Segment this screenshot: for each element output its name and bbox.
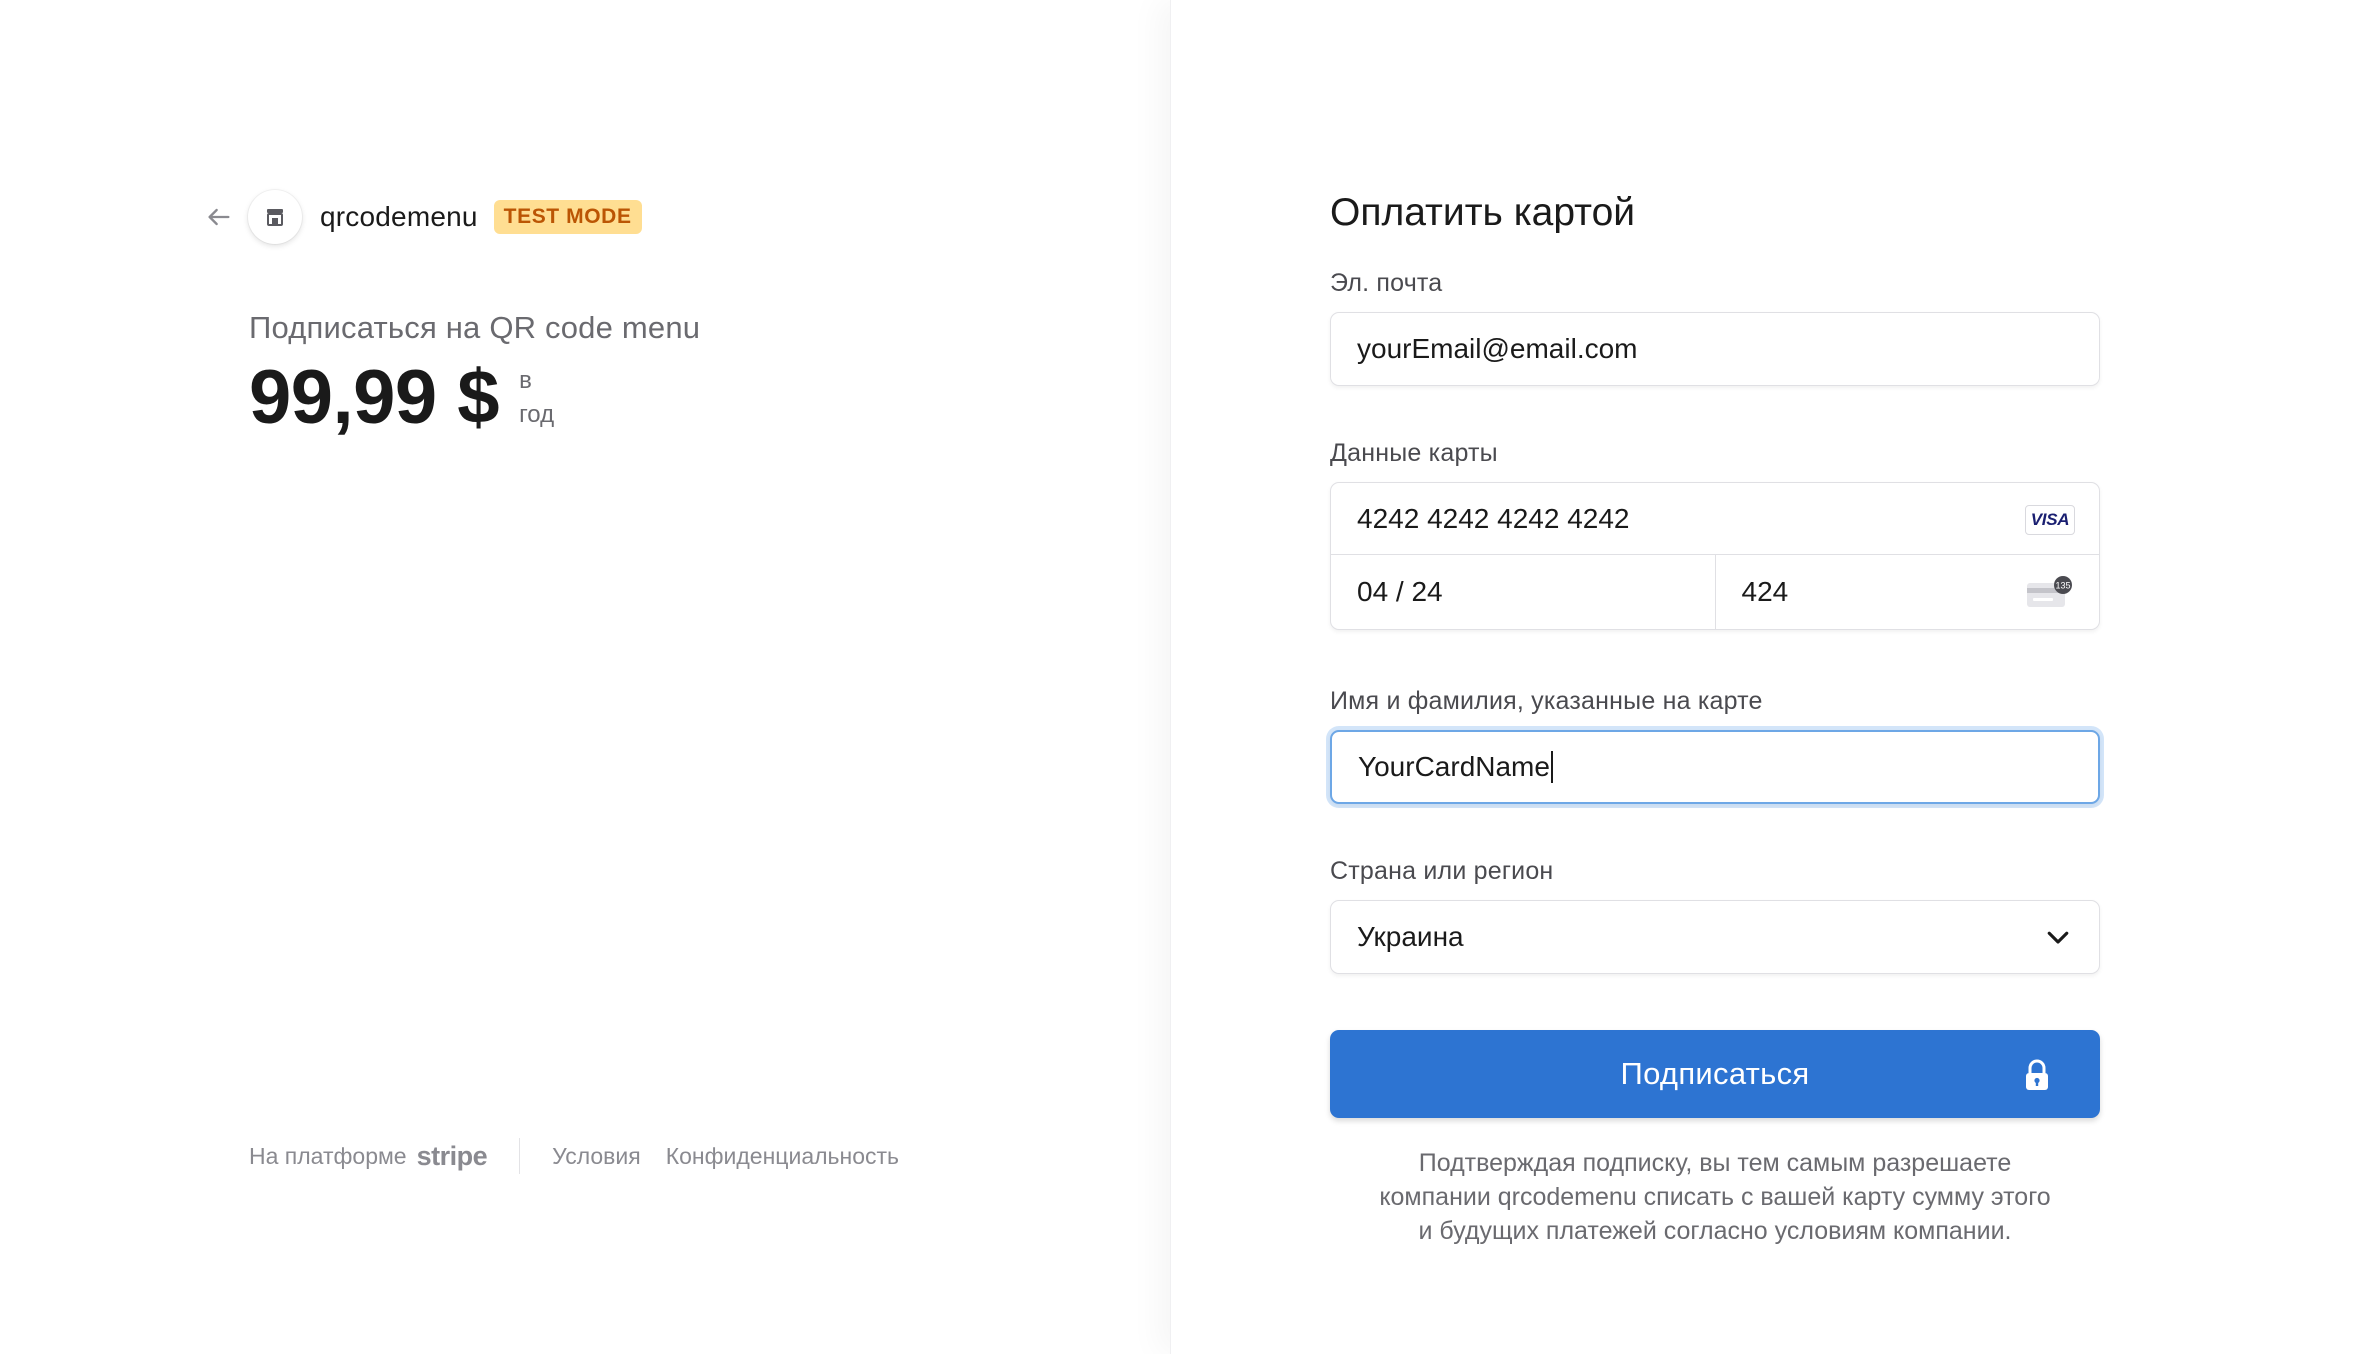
visa-icon: VISA <box>2025 505 2075 535</box>
powered-by-label: На платформе <box>249 1142 407 1169</box>
card-sub-row: 04 / 24 424 135 <box>1331 555 2099 629</box>
email-value: yourEmail@email.com <box>1357 333 1638 364</box>
consent-line-1: Подтверждая подписку, вы тем самым разре… <box>1418 1149 2012 1177</box>
form-title: Оплатить картой <box>1330 191 1636 234</box>
card-label: Данные карты <box>1330 439 1498 467</box>
merchant-header: qrcodemenu TEST MODE <box>204 190 642 244</box>
cvc-hint: 135 <box>2055 581 2070 591</box>
card-number-field[interactable]: 4242 4242 4242 4242 VISA <box>1331 483 2099 555</box>
card-number-value: 4242 4242 4242 4242 <box>1357 502 1630 534</box>
footer: На платформе stripe Условия Конфиденциал… <box>249 1136 924 1176</box>
merchant-avatar <box>248 190 302 244</box>
checkout-page: qrcodemenu TEST MODE Подписаться на QR c… <box>0 0 2362 1354</box>
billing-period-line2: год <box>519 401 555 428</box>
card-expiry-value: 04 / 24 <box>1357 576 1443 607</box>
payment-form: Оплатить картой Эл. почта yourEmail@emai… <box>1330 190 2100 1248</box>
payment-panel: Оплатить картой Эл. почта yourEmail@emai… <box>1170 0 2362 1354</box>
cardholder-name-field[interactable]: YourCardName <box>1330 730 2100 804</box>
consent-text: Подтверждая подписку, вы тем самым разре… <box>1330 1146 2100 1248</box>
subscribe-label: Подписаться <box>1620 1056 1810 1091</box>
product-name: Подписаться на QR code menu <box>249 310 701 345</box>
card-cvc-icon: 135 <box>2027 576 2072 607</box>
country-label: Страна или регион <box>1330 857 1554 885</box>
stripe-logo: stripe <box>416 1140 488 1171</box>
card-expiry-field[interactable]: 04 / 24 <box>1331 555 1715 629</box>
card-cvc-value: 424 <box>1741 576 1789 607</box>
arrow-left-icon <box>208 208 230 226</box>
billing-period: в год <box>519 364 554 432</box>
card-cvc-field[interactable]: 424 135 <box>1714 555 2100 629</box>
powered-by-stripe[interactable]: На платформе stripe <box>249 1140 488 1172</box>
text-caret <box>1550 751 1553 783</box>
privacy-link[interactable]: Конфиденциальность <box>666 1143 899 1170</box>
store-icon <box>267 209 283 226</box>
email-label: Эл. почта <box>1330 269 1443 297</box>
billing-period-line1: в <box>519 367 532 394</box>
subscribe-button[interactable]: Подписаться <box>1330 1030 2100 1118</box>
terms-link[interactable]: Условия <box>552 1143 641 1170</box>
chevron-down-icon <box>2047 931 2069 944</box>
merchant-name: qrcodemenu <box>320 201 478 232</box>
cardholder-name-label: Имя и фамилия, указанные на карте <box>1330 687 1763 715</box>
consent-line-3: и будущих платежей согласно условиям ком… <box>1418 1217 2012 1245</box>
consent-line-2: компании qrcodemenu списать с вашей карт… <box>1379 1183 2051 1211</box>
price-amount: 99,99 $ <box>249 355 500 440</box>
order-summary-panel: qrcodemenu TEST MODE Подписаться на QR c… <box>0 0 1170 1354</box>
country-select[interactable]: Украина <box>1330 900 2100 974</box>
email-field[interactable]: yourEmail@email.com <box>1330 312 2100 386</box>
test-mode-badge: TEST MODE <box>493 200 642 234</box>
cardholder-name-value: YourCardName <box>1358 751 1550 782</box>
price-row: 99,99 $ в год <box>249 360 554 436</box>
footer-divider <box>519 1138 521 1174</box>
card-details-group: 4242 4242 4242 4242 VISA 04 / 24 424 135 <box>1330 482 2100 630</box>
lock-icon <box>2026 1059 2048 1090</box>
back-button[interactable] <box>204 202 234 232</box>
country-value: Украина <box>1357 921 1464 952</box>
